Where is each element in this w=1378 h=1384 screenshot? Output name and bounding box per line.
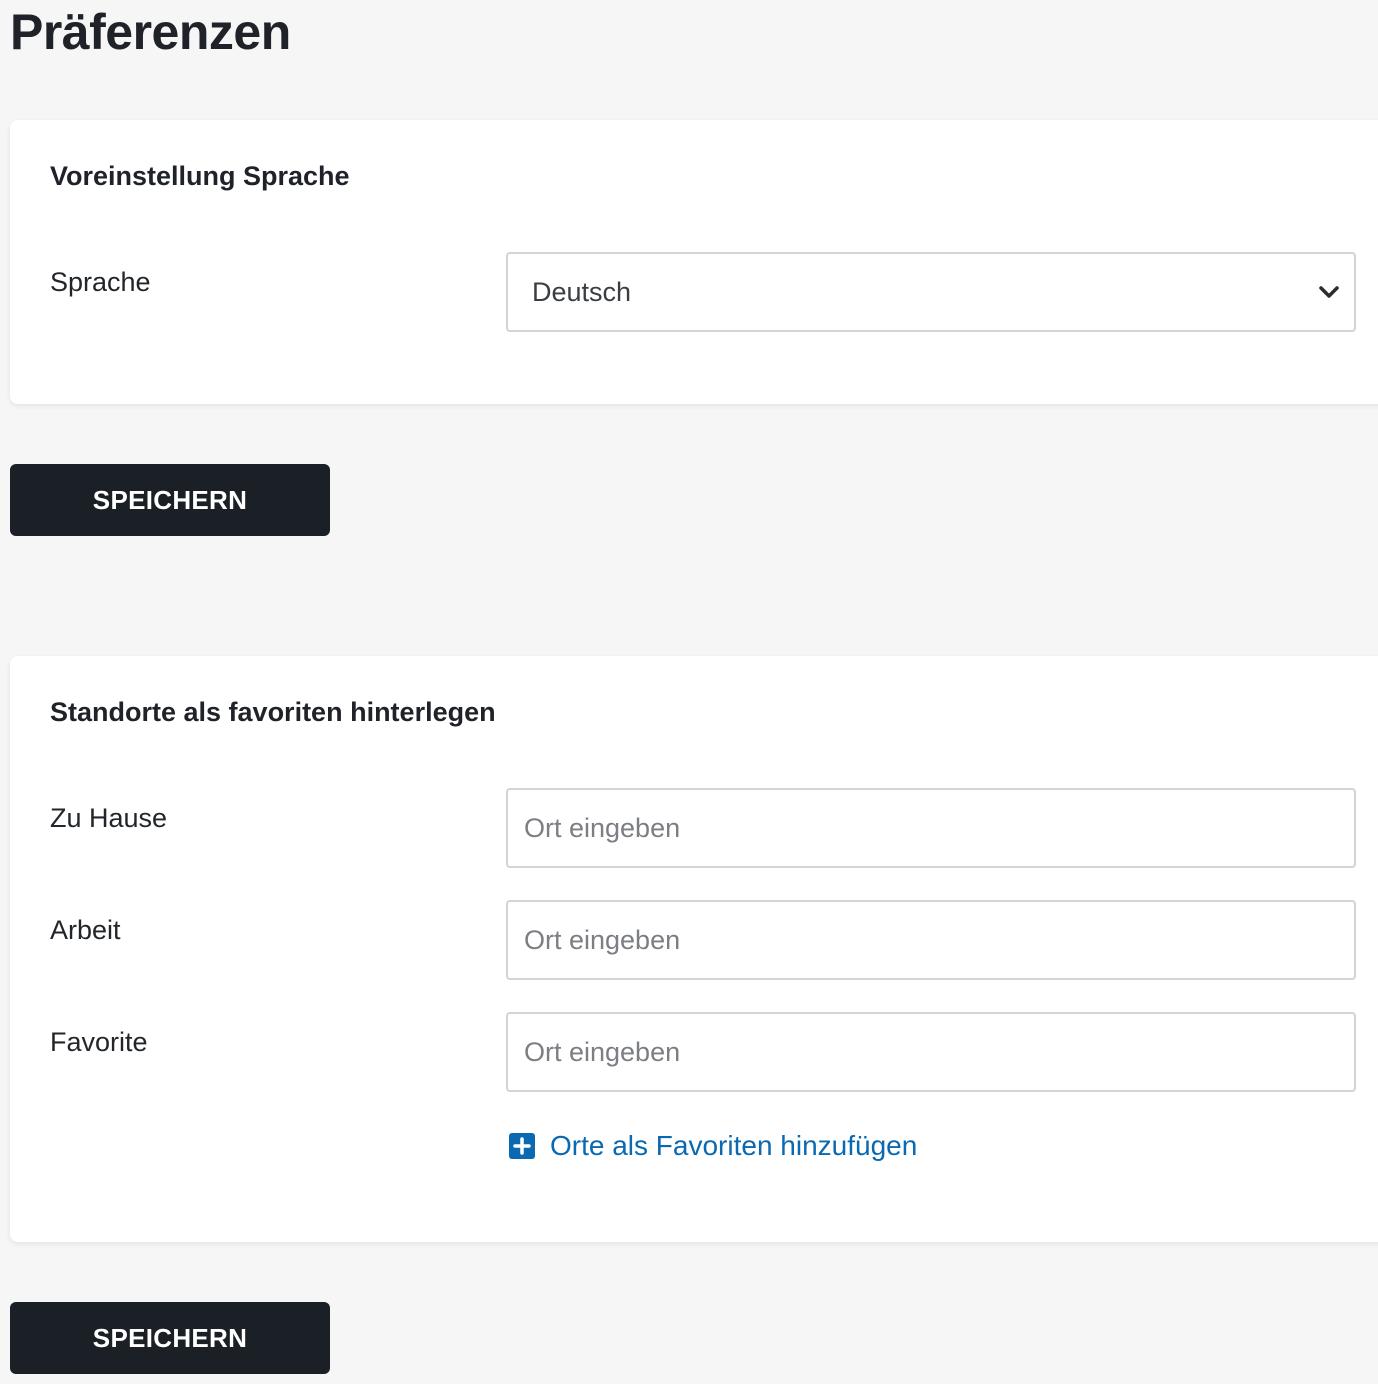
add-favorite-link[interactable]: Orte als Favoriten hinzufügen (508, 1130, 917, 1162)
page-title: Präferenzen (10, 4, 291, 60)
work-field (506, 900, 1356, 980)
save-language-button[interactable]: SPEICHERN (10, 464, 330, 536)
work-input[interactable] (508, 902, 1354, 978)
home-label: Zu Hause (50, 803, 168, 833)
favorite-field (506, 1012, 1356, 1092)
language-select-value: Deutsch (532, 277, 632, 307)
favorites-card: Standorte als favoriten hinterlegen Zu H… (10, 656, 1378, 1242)
chevron-down-icon (1319, 286, 1339, 298)
save-favorites-button[interactable]: SPEICHERN (10, 1302, 330, 1374)
language-card: Voreinstellung Sprache Sprache Deutsch (10, 120, 1378, 404)
favorite-label: Favorite (50, 1027, 148, 1057)
work-label: Arbeit (50, 915, 121, 945)
favorite-input[interactable] (508, 1014, 1354, 1090)
plus-square-icon (509, 1133, 535, 1159)
language-card-title: Voreinstellung Sprache (50, 161, 350, 191)
home-input[interactable] (508, 790, 1354, 866)
language-select[interactable]: Deutsch (506, 252, 1356, 332)
add-favorite-label: Orte als Favoriten hinzufügen (550, 1130, 918, 1161)
home-field (506, 788, 1356, 868)
language-label: Sprache (50, 267, 151, 297)
favorites-card-title: Standorte als favoriten hinterlegen (50, 697, 496, 727)
